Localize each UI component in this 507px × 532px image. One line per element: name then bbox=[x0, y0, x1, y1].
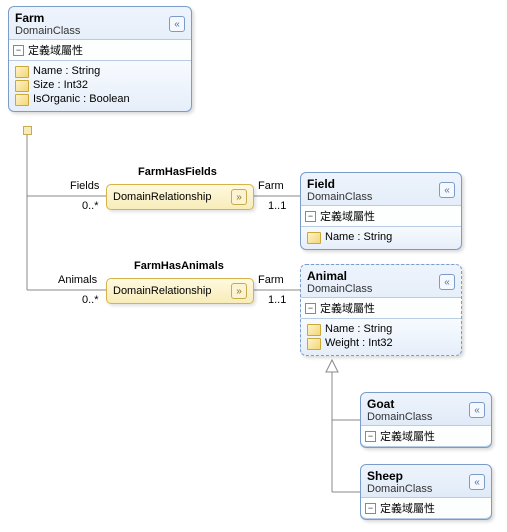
property-icon bbox=[307, 323, 321, 335]
section-label: 定義域屬性 bbox=[380, 428, 435, 444]
relationship-title: FarmHasAnimals bbox=[134, 260, 224, 272]
minus-icon[interactable]: − bbox=[365, 503, 376, 514]
properties-section[interactable]: − 定義域屬性 bbox=[9, 39, 191, 61]
class-header: Field DomainClass « bbox=[301, 173, 461, 205]
relationship-farmhasanimals[interactable]: DomainRelationship » bbox=[106, 278, 254, 304]
properties-section[interactable]: − 定義域屬性 bbox=[301, 297, 461, 319]
relationship-farmhasfields[interactable]: DomainRelationship » bbox=[106, 184, 254, 210]
property-row[interactable]: Size : Int32 bbox=[15, 78, 185, 92]
connector-node bbox=[23, 126, 32, 135]
class-goat[interactable]: Goat DomainClass « − 定義域屬性 bbox=[360, 392, 492, 448]
class-name: Sheep bbox=[367, 469, 469, 483]
properties-section[interactable]: − 定義域屬性 bbox=[361, 497, 491, 519]
minus-icon[interactable]: − bbox=[305, 303, 316, 314]
class-sheep[interactable]: Sheep DomainClass « − 定義域屬性 bbox=[360, 464, 492, 520]
property-row[interactable]: Weight : Int32 bbox=[307, 336, 455, 350]
collapse-icon[interactable]: « bbox=[439, 274, 455, 290]
class-header: Sheep DomainClass « bbox=[361, 465, 491, 497]
collapse-icon[interactable]: « bbox=[469, 402, 485, 418]
class-animal[interactable]: Animal DomainClass « − 定義域屬性 Name : Stri… bbox=[300, 264, 462, 356]
property-label: Weight : Int32 bbox=[325, 337, 393, 349]
role-right: Farm bbox=[258, 180, 284, 192]
property-list: Name : String bbox=[301, 227, 461, 249]
property-icon bbox=[15, 79, 29, 91]
property-label: IsOrganic : Boolean bbox=[33, 93, 130, 105]
class-header: Animal DomainClass « bbox=[301, 265, 461, 297]
property-row[interactable]: Name : String bbox=[307, 230, 455, 244]
property-row[interactable]: IsOrganic : Boolean bbox=[15, 92, 185, 106]
expand-icon[interactable]: » bbox=[231, 189, 247, 205]
property-row[interactable]: Name : String bbox=[15, 64, 185, 78]
property-icon bbox=[15, 93, 29, 105]
property-row[interactable]: Name : String bbox=[307, 322, 455, 336]
class-header: Goat DomainClass « bbox=[361, 393, 491, 425]
mult-left: 0..* bbox=[82, 294, 99, 306]
role-left: Fields bbox=[70, 180, 99, 192]
properties-section[interactable]: − 定義域屬性 bbox=[301, 205, 461, 227]
expand-icon[interactable]: » bbox=[231, 283, 247, 299]
class-type: DomainClass bbox=[307, 191, 439, 203]
class-name: Field bbox=[307, 177, 439, 191]
class-type: DomainClass bbox=[307, 283, 439, 295]
property-list: Name : String Size : Int32 IsOrganic : B… bbox=[9, 61, 191, 111]
property-label: Size : Int32 bbox=[33, 79, 88, 91]
role-right: Farm bbox=[258, 274, 284, 286]
mult-right: 1..1 bbox=[268, 294, 286, 306]
property-label: Name : String bbox=[33, 65, 100, 77]
property-icon bbox=[307, 231, 321, 243]
property-list: Name : String Weight : Int32 bbox=[301, 319, 461, 355]
relationship-title: FarmHasFields bbox=[138, 166, 217, 178]
collapse-icon[interactable]: « bbox=[469, 474, 485, 490]
mult-left: 0..* bbox=[82, 200, 99, 212]
section-label: 定義域屬性 bbox=[320, 300, 375, 316]
property-icon bbox=[307, 337, 321, 349]
class-name: Animal bbox=[307, 269, 439, 283]
class-type: DomainClass bbox=[15, 25, 169, 37]
class-type: DomainClass bbox=[367, 411, 469, 423]
class-farm[interactable]: Farm DomainClass « − 定義域屬性 Name : String… bbox=[8, 6, 192, 112]
relationship-type: DomainRelationship bbox=[113, 191, 225, 203]
property-icon bbox=[15, 65, 29, 77]
property-label: Name : String bbox=[325, 323, 392, 335]
class-name: Goat bbox=[367, 397, 469, 411]
class-name: Farm bbox=[15, 11, 169, 25]
relationship-type: DomainRelationship bbox=[113, 285, 225, 297]
minus-icon[interactable]: − bbox=[13, 45, 24, 56]
class-type: DomainClass bbox=[367, 483, 469, 495]
section-label: 定義域屬性 bbox=[28, 42, 83, 58]
class-header: Farm DomainClass « bbox=[9, 7, 191, 39]
collapse-icon[interactable]: « bbox=[169, 16, 185, 32]
properties-section[interactable]: − 定義域屬性 bbox=[361, 425, 491, 447]
section-label: 定義域屬性 bbox=[320, 208, 375, 224]
mult-right: 1..1 bbox=[268, 200, 286, 212]
property-label: Name : String bbox=[325, 231, 392, 243]
role-left: Animals bbox=[58, 274, 97, 286]
minus-icon[interactable]: − bbox=[305, 211, 316, 222]
collapse-icon[interactable]: « bbox=[439, 182, 455, 198]
class-field[interactable]: Field DomainClass « − 定義域屬性 Name : Strin… bbox=[300, 172, 462, 250]
section-label: 定義域屬性 bbox=[380, 500, 435, 516]
minus-icon[interactable]: − bbox=[365, 431, 376, 442]
